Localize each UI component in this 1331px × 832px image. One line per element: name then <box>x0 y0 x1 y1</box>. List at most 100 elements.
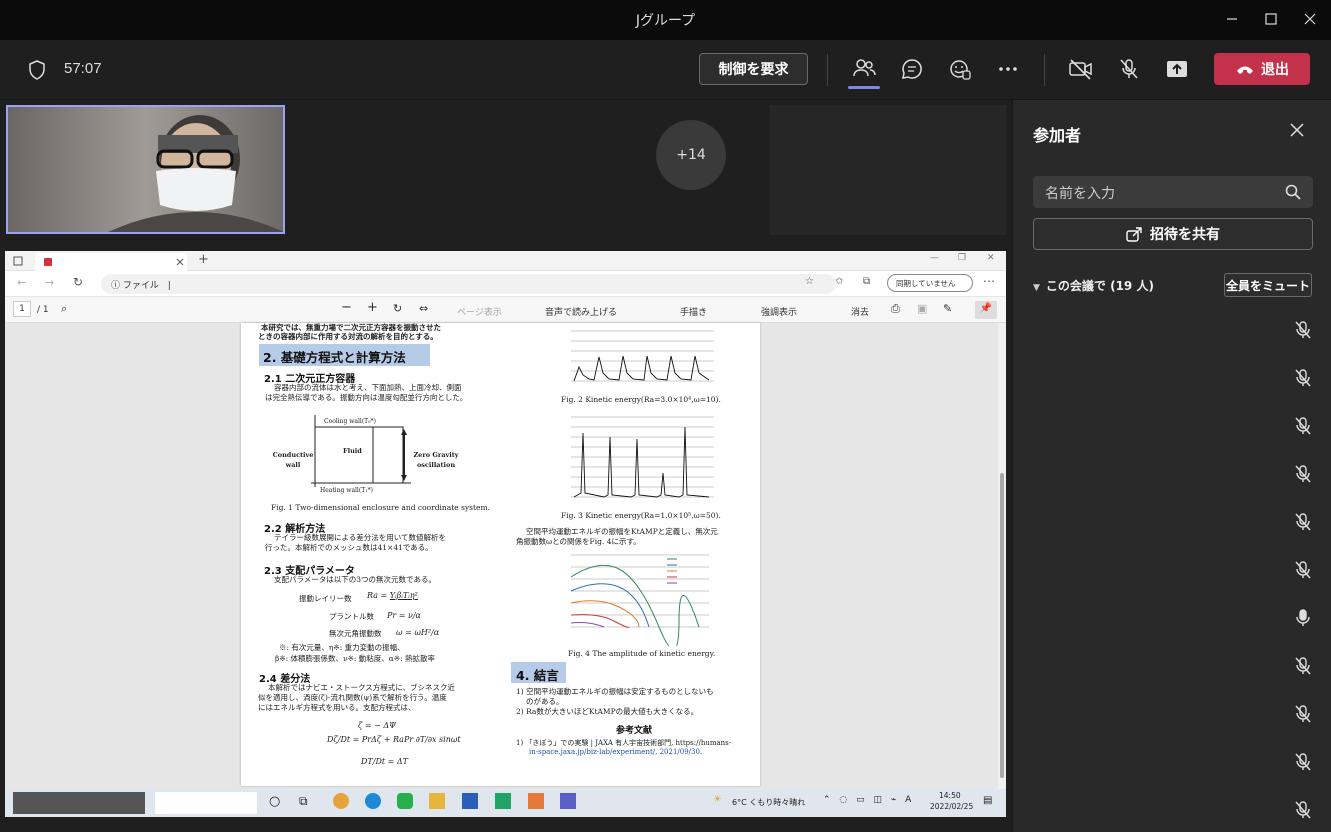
participant-search-input[interactable]: 名前を入力 <box>1033 176 1313 208</box>
mic-off-icon[interactable] <box>1293 800 1313 820</box>
mic-off-icon[interactable] <box>1293 368 1313 388</box>
mic-on-icon[interactable] <box>1293 608 1313 628</box>
new-tab-icon[interactable]: + <box>198 252 209 267</box>
scrollbar-thumb[interactable] <box>1000 473 1004 778</box>
mute-all-button[interactable]: 全員をミュート <box>1224 273 1312 297</box>
meeting-section-label: この会議で (19 人) <box>1045 279 1154 293</box>
overflow-participants-button[interactable]: +14 <box>656 120 726 190</box>
sync-status-button[interactable]: 同期していません <box>887 274 973 292</box>
camera-button[interactable] <box>1068 56 1094 82</box>
mic-off-icon[interactable] <box>1293 704 1313 724</box>
close-window-button[interactable] <box>1298 8 1322 30</box>
back-icon[interactable]: ← <box>17 276 26 289</box>
address-bar-row: ← → ↻ ⓘ ファイル | ☆ ✩ ⧉ 同期していません ⋯ <box>5 271 1006 297</box>
read-aloud-button[interactable]: 音声で読み上げる <box>545 305 617 318</box>
heading-references: 参考文献 <box>616 726 653 736</box>
search-icon[interactable] <box>1285 184 1301 200</box>
participants-button[interactable] <box>851 56 877 82</box>
page-number-input[interactable]: 1 <box>13 301 31 317</box>
taskbar-search-box[interactable] <box>13 792 145 814</box>
leave-button[interactable]: 退出 <box>1214 53 1310 85</box>
reactions-button[interactable] <box>947 56 973 82</box>
more-options-button[interactable] <box>995 56 1021 82</box>
chrome-icon[interactable] <box>333 793 349 809</box>
line-icon[interactable] <box>397 793 413 809</box>
share-invite-button[interactable]: 招待を共有 <box>1033 218 1313 250</box>
mic-off-icon[interactable] <box>1293 320 1313 340</box>
zoom-out-icon[interactable]: − <box>341 300 352 315</box>
taskbar-search-field[interactable] <box>155 792 257 814</box>
browser-minimize-icon[interactable]: — <box>930 253 939 263</box>
task-view-icon[interactable]: ⧉ <box>299 794 308 809</box>
url-text: | <box>167 281 171 291</box>
request-control-button[interactable]: 制御を要求 <box>699 53 808 85</box>
share-tray-icon <box>1167 61 1187 77</box>
refresh-icon[interactable]: ↻ <box>73 275 83 289</box>
reference-1b[interactable]: in-space.jaxa.jp/biz-lab/experiment/, 20… <box>529 748 702 758</box>
explorer-icon[interactable] <box>429 793 445 809</box>
tab-actions-icon[interactable] <box>13 256 23 266</box>
zoom-in-icon[interactable]: + <box>367 300 378 315</box>
meeting-section-header[interactable]: ▼ この会議で (19 人) <box>1033 277 1154 294</box>
favorite-icon[interactable]: ☆ <box>805 276 814 287</box>
chat-button[interactable] <box>899 56 925 82</box>
mic-off-icon[interactable] <box>1293 416 1313 436</box>
draw-button[interactable]: 手描き <box>680 305 707 318</box>
powerpoint-icon[interactable] <box>528 793 544 809</box>
forward-icon[interactable]: → <box>45 276 54 289</box>
clock-time[interactable]: 14:50 <box>939 791 961 800</box>
minimize-button[interactable] <box>1220 8 1244 30</box>
param-omega: 無次元角振動数 <box>329 629 382 638</box>
mic-button[interactable] <box>1116 56 1142 82</box>
divider <box>827 54 828 86</box>
close-tab-icon[interactable] <box>176 258 184 266</box>
erase-button[interactable]: 消去 <box>851 305 869 318</box>
fit-page-icon[interactable]: ⇔ <box>419 302 428 315</box>
settings-more-icon[interactable]: ⋯ <box>983 274 995 288</box>
address-bar[interactable]: ⓘ ファイル | <box>101 274 836 294</box>
page-view-button[interactable]: ページ表示 <box>457 305 502 318</box>
window-title: Jグループ <box>635 13 696 29</box>
pdf-scrollbar[interactable] <box>998 323 1006 789</box>
word-icon[interactable] <box>462 793 478 809</box>
fig1-zero-gravity-label: Zero Gravity oscillation <box>413 451 459 469</box>
favorites-icon[interactable]: ✩ <box>835 276 843 287</box>
param-omega-formula: ω = ωH²/α <box>396 628 440 637</box>
save-icon[interactable]: ▣ <box>917 302 927 315</box>
mic-off-icon[interactable] <box>1293 512 1313 532</box>
mic-off-icon[interactable] <box>1293 752 1313 772</box>
pin-toolbar-icon[interactable]: 📌 <box>975 301 997 319</box>
tray-icons[interactable]: ⌃ ◌ ▭ ◫ ⌁ A <box>823 795 914 805</box>
close-panel-icon[interactable] <box>1287 120 1307 140</box>
browser-restore-icon[interactable]: ❐ <box>958 253 966 263</box>
browser-tab[interactable] <box>35 253 187 271</box>
minimize-icon <box>1227 18 1237 20</box>
pdf-viewer: 本研究では、無重力場で二次元正方容器を振動させた ときの容器内部に作用する対流の… <box>5 323 998 789</box>
paragraph-ke-b: 角振動数ωとの関係をFig. 4に示す。 <box>516 537 641 546</box>
mic-off-icon[interactable] <box>1293 656 1313 676</box>
maximize-button[interactable] <box>1259 8 1283 30</box>
cortana-icon[interactable]: ○ <box>269 794 280 809</box>
mic-off-icon[interactable] <box>1293 560 1313 580</box>
clock-date[interactable]: 2022/02/25 <box>930 802 973 811</box>
rotate-icon[interactable]: ↻ <box>393 302 402 315</box>
notification-icon[interactable]: ▤ <box>983 795 992 806</box>
share-screen-button[interactable] <box>1164 56 1190 82</box>
weather-text[interactable]: 6°C くもり時々晴れ <box>732 797 805 808</box>
conclusion-2: 2) Ra数が大きいほどKtAMPの最大値も大きくなる。 <box>516 707 699 716</box>
save-as-icon[interactable]: ✎ <box>943 302 952 315</box>
participant-video[interactable] <box>6 105 285 234</box>
chat-icon <box>902 59 922 79</box>
mic-off-icon[interactable] <box>1293 464 1313 484</box>
paragraph-2-1a: 容器内部の流体は水と考え、下面加熱、上面冷却、側面 <box>274 383 462 392</box>
highlight-button[interactable]: 強調表示 <box>761 305 797 318</box>
browser-close-icon[interactable]: ✕ <box>987 253 995 263</box>
call-timer: 57:07 <box>64 60 102 77</box>
pdf-search-icon[interactable]: ⌕ <box>61 302 67 316</box>
sheets-icon[interactable] <box>495 793 511 809</box>
paragraph-ke-a: 空間平均運動エネルギの振幅をKtAMPと定義し、無次元 <box>526 527 718 536</box>
print-icon[interactable]: ⎙ <box>891 302 900 316</box>
teams-icon[interactable] <box>560 793 576 809</box>
collections-icon[interactable]: ⧉ <box>863 276 870 287</box>
edge-icon[interactable] <box>365 793 381 809</box>
